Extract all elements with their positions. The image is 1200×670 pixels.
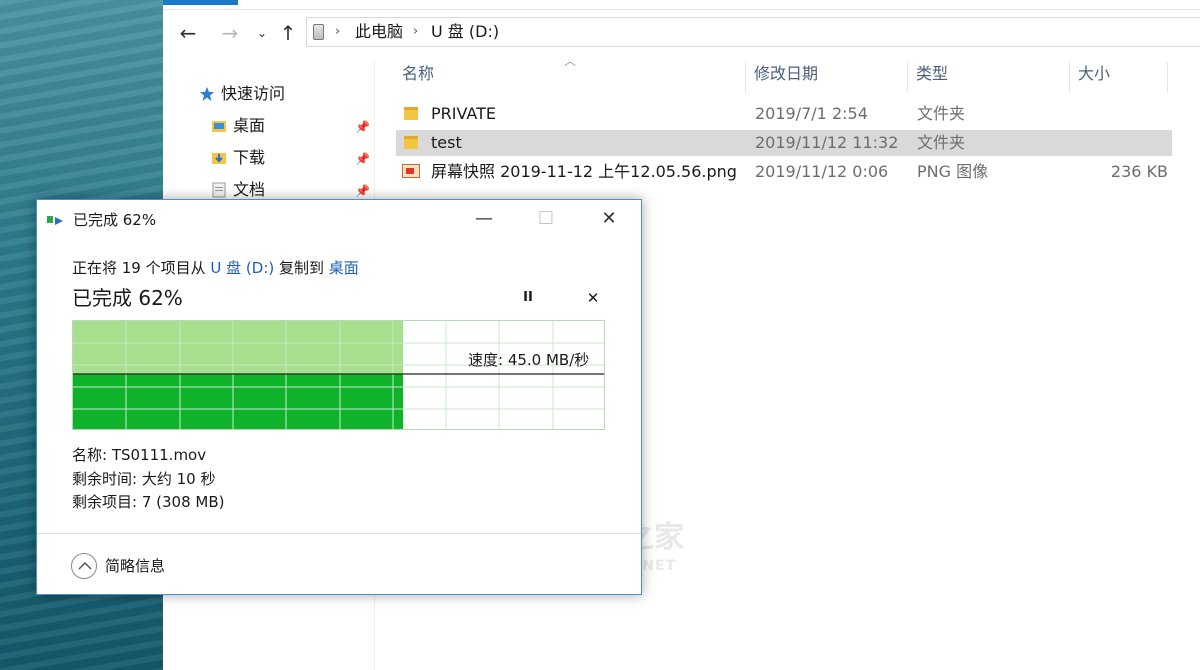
folder-icon: [404, 136, 418, 149]
column-header-type[interactable]: 类型: [908, 62, 1070, 92]
copy-prefix: 正在将 19 个项目从: [72, 259, 211, 277]
detail-items-remaining: 剩余项目: 7 (308 MB): [72, 493, 225, 511]
fewer-details-toggle[interactable]: [71, 553, 97, 579]
sort-ascending-icon: ︿: [564, 54, 577, 68]
file-name: 屏幕快照 2019-11-12 上午12.05.56.png: [431, 162, 737, 181]
copy-description: 正在将 19 个项目从 U 盘 (D:) 复制到 桌面: [72, 257, 359, 279]
png-image-icon: [402, 164, 420, 178]
copy-middle: 复制到: [274, 259, 329, 277]
up-button[interactable]: ↑: [275, 20, 301, 46]
recent-locations-button[interactable]: ⌄: [249, 20, 275, 46]
file-modified: 2019/11/12 0:06: [755, 162, 889, 181]
pin-icon[interactable]: 📌: [355, 120, 370, 134]
detail-file-name: 名称: TS0111.mov: [72, 446, 207, 464]
download-folder-icon: [212, 153, 226, 164]
pause-button[interactable]: II: [516, 286, 540, 310]
column-header-size[interactable]: 大小: [1070, 62, 1168, 92]
progress-status: 已完成 62%: [72, 286, 183, 310]
file-type: 文件夹: [917, 104, 966, 123]
back-button[interactable]: ←: [175, 20, 201, 46]
cancel-button[interactable]: ✕: [581, 286, 605, 310]
column-header-label: 大小: [1078, 64, 1111, 83]
breadcrumb-usb-drive[interactable]: U 盘 (D:): [431, 18, 499, 46]
destination-link[interactable]: 桌面: [329, 259, 359, 277]
nav-item-label: 桌面: [233, 116, 266, 135]
breadcrumb-separator: ›: [335, 24, 341, 39]
copy-progress-dialog: 已完成 62% — ☐ ✕ 正在将 19 个项目从 U 盘 (D:) 复制到 桌…: [36, 199, 642, 595]
pin-icon[interactable]: 📌: [355, 184, 370, 198]
quick-access-label: 快速访问: [221, 84, 286, 103]
dialog-titlebar[interactable]: 已完成 62% — ☐ ✕: [37, 200, 641, 238]
column-header-label: 类型: [916, 64, 949, 83]
column-header-label: 修改日期: [754, 64, 819, 83]
speed-label: 速度: 45.0 MB/秒: [468, 351, 590, 369]
file-type: 文件夹: [917, 133, 966, 152]
file-name: test: [431, 133, 462, 152]
copy-icon: [47, 214, 69, 226]
address-bar[interactable]: › 此电脑 › U 盘 (D:): [306, 17, 1200, 47]
transfer-speed-graph: [72, 320, 605, 430]
speed-graph-canvas: [73, 321, 604, 429]
source-link[interactable]: U 盘 (D:): [210, 259, 274, 277]
speed-area: [73, 374, 403, 429]
column-header-modified[interactable]: 修改日期: [746, 62, 908, 92]
minimize-button[interactable]: —: [469, 206, 499, 232]
breadcrumb-separator: ›: [413, 24, 419, 39]
navigation-bar: ← → ⌄ ↑ › 此电脑 › U 盘 (D:): [163, 12, 1200, 52]
dialog-title: 已完成 62%: [73, 211, 157, 229]
nav-item-downloads[interactable]: 下载: [211, 146, 371, 170]
usb-drive-icon: [313, 24, 324, 40]
ribbon-strip: [163, 0, 1200, 10]
column-header-label: 名称: [402, 64, 435, 83]
file-size: 236 KB: [1110, 162, 1168, 181]
quick-access-item[interactable]: 快速访问: [199, 82, 369, 106]
fewer-details-label[interactable]: 简略信息: [105, 554, 165, 578]
chevron-up-icon: [78, 561, 92, 570]
desktop-folder-icon: [212, 121, 226, 132]
file-row-selected[interactable]: test 2019/11/12 11:32 文件夹: [396, 130, 1172, 156]
dialog-footer: 简略信息: [37, 533, 641, 595]
file-row[interactable]: PRIVATE 2019/7/1 2:54 文件夹: [396, 101, 1172, 127]
file-modified: 2019/11/12 11:32: [755, 133, 899, 152]
file-name: PRIVATE: [431, 104, 496, 123]
breadcrumb-this-pc[interactable]: 此电脑: [355, 18, 403, 46]
detail-time-remaining: 剩余时间: 大约 10 秒: [72, 470, 216, 488]
close-button[interactable]: ✕: [594, 206, 624, 232]
star-icon: [200, 87, 214, 101]
nav-item-desktop[interactable]: 桌面: [211, 114, 371, 138]
file-row[interactable]: 屏幕快照 2019-11-12 上午12.05.56.png 2019/11/1…: [396, 159, 1172, 185]
folder-icon: [404, 107, 418, 120]
nav-item-label: 下载: [233, 148, 266, 167]
forward-button[interactable]: →: [217, 20, 243, 46]
documents-folder-icon: [212, 182, 226, 198]
ribbon-accent: [163, 0, 238, 5]
file-modified: 2019/7/1 2:54: [755, 104, 868, 123]
file-type: PNG 图像: [917, 162, 989, 181]
pin-icon[interactable]: 📌: [355, 152, 370, 166]
maximize-button[interactable]: ☐: [531, 206, 561, 232]
